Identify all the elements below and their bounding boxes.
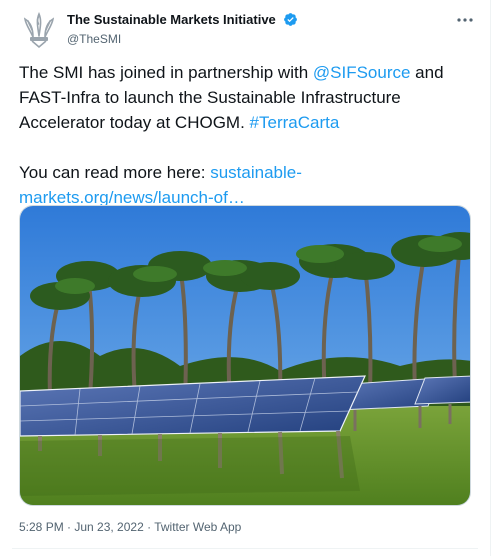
tweet-text: The SMI has joined in partnership with @… bbox=[19, 60, 479, 210]
feathers-logo-icon bbox=[23, 11, 55, 49]
read-more-paragraph: You can read more here: sustainable-mark… bbox=[19, 160, 479, 210]
hashtag-link[interactable]: #TerraCarta bbox=[250, 113, 340, 132]
tweet: The Sustainable Markets Initiative @TheS… bbox=[0, 0, 491, 556]
tweet-text-segment: The SMI has joined in partnership with bbox=[19, 63, 313, 82]
read-more-label: You can read more here: bbox=[19, 163, 211, 182]
tweet-timestamp[interactable]: 5:28 PM · Jun 23, 2022 · Twitter Web App bbox=[19, 520, 241, 534]
verified-badge-icon bbox=[283, 12, 298, 27]
solar-panels-photo bbox=[20, 206, 470, 505]
handle[interactable]: @TheSMI bbox=[67, 32, 298, 46]
mention-link[interactable]: @SIFSource bbox=[313, 63, 411, 82]
display-name[interactable]: The Sustainable Markets Initiative bbox=[67, 12, 276, 27]
tweet-paragraph: The SMI has joined in partnership with @… bbox=[19, 60, 479, 135]
avatar[interactable] bbox=[19, 10, 59, 50]
more-options-icon[interactable] bbox=[455, 12, 475, 28]
tweet-image[interactable] bbox=[19, 205, 471, 506]
author-info: The Sustainable Markets Initiative @TheS… bbox=[67, 11, 298, 46]
divider bbox=[12, 548, 478, 549]
